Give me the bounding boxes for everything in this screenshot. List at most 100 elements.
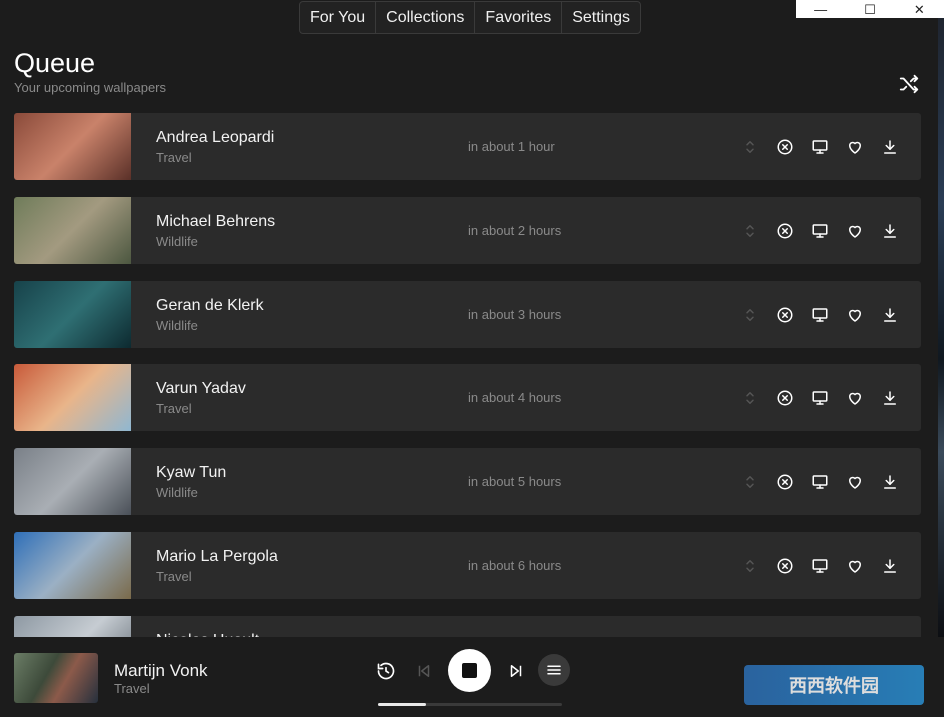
progress-bar[interactable] — [378, 703, 562, 706]
queue-item-meta: Varun Yadav Travel — [156, 380, 246, 416]
remove-icon[interactable] — [775, 221, 795, 241]
queue-item-category: Wildlife — [156, 317, 198, 333]
queue-item-eta: in about 3 hours — [468, 306, 562, 322]
queue-item-thumbnail — [14, 615, 131, 637]
reorder-icon[interactable] — [740, 388, 760, 408]
favorite-icon[interactable] — [845, 137, 865, 157]
reorder-icon[interactable] — [740, 556, 760, 576]
queue-item-actions — [740, 472, 900, 492]
queue-item-meta: Mario La Pergola Travel — [156, 548, 278, 584]
set-desktop-icon[interactable] — [810, 388, 830, 408]
reorder-icon[interactable] — [740, 221, 760, 241]
download-icon[interactable] — [880, 472, 900, 492]
download-icon[interactable] — [880, 305, 900, 325]
queue-item[interactable]: Kyaw Tun Wildlife in about 5 hours — [14, 448, 921, 516]
minimize-button[interactable]: — — [796, 0, 845, 18]
page-subtitle: Your upcoming wallpapers — [14, 80, 167, 95]
queue-item-thumbnail — [14, 196, 131, 264]
tab-collections[interactable]: Collections — [376, 2, 476, 33]
queue-item-author: Michael Behrens — [156, 212, 276, 230]
queue-item-actions — [740, 137, 900, 157]
queue-item-thumbnail — [14, 364, 131, 432]
queue-item-meta: Geran de Klerk Wildlife — [156, 297, 264, 333]
queue-item[interactable]: Varun Yadav Travel in about 4 hours — [14, 364, 921, 432]
queue-menu-button[interactable] — [538, 654, 570, 686]
reorder-icon[interactable] — [740, 472, 760, 492]
now-playing-author: Martijn Vonk — [114, 661, 208, 680]
queue-item-eta: in about 6 hours — [468, 557, 562, 573]
now-playing-category: Travel — [114, 681, 150, 696]
next-icon[interactable] — [504, 659, 528, 683]
favorite-icon[interactable] — [845, 305, 865, 325]
queue-item-eta: in about 4 hours — [468, 390, 562, 406]
favorite-icon[interactable] — [845, 388, 865, 408]
remove-icon[interactable] — [775, 472, 795, 492]
queue-item-category: Wildlife — [156, 233, 198, 249]
queue-item-actions — [740, 388, 900, 408]
favorite-icon[interactable] — [845, 472, 865, 492]
favorite-icon[interactable] — [845, 221, 865, 241]
queue-item-eta: in about 5 hours — [468, 474, 562, 490]
queue-item-thumbnail — [14, 448, 131, 516]
history-icon[interactable] — [374, 659, 398, 683]
download-icon[interactable] — [880, 137, 900, 157]
queue-item-thumbnail — [14, 280, 131, 348]
now-playing-thumbnail[interactable] — [14, 653, 98, 703]
remove-icon[interactable] — [775, 556, 795, 576]
download-icon[interactable] — [880, 221, 900, 241]
queue-item[interactable]: Andrea Leopardi Travel in about 1 hour — [14, 113, 921, 180]
queue-item-category: Travel — [156, 568, 192, 584]
queue-list: Andrea Leopardi Travel in about 1 hour Mich… — [14, 113, 921, 637]
shuffle-icon[interactable] — [898, 73, 920, 95]
close-button[interactable]: ✕ — [895, 0, 944, 18]
queue-item[interactable]: Geran de Klerk Wildlife in about 3 hours — [14, 280, 921, 348]
set-desktop-icon[interactable] — [810, 137, 830, 157]
queue-item-actions — [740, 556, 900, 576]
set-desktop-icon[interactable] — [810, 556, 830, 576]
queue-item-meta: Andrea Leopardi Travel — [156, 129, 274, 165]
desktop-edge — [938, 18, 944, 638]
progress-fill — [378, 703, 426, 706]
download-icon[interactable] — [880, 556, 900, 576]
remove-icon[interactable] — [775, 137, 795, 157]
set-desktop-icon[interactable] — [810, 305, 830, 325]
maximize-button[interactable]: ☐ — [845, 0, 894, 18]
tab-settings[interactable]: Settings — [562, 2, 640, 33]
menu-icon — [547, 665, 561, 675]
queue-item-eta: in about 2 hours — [468, 222, 562, 238]
queue-item[interactable]: Mario La Pergola Travel in about 6 hours — [14, 531, 921, 599]
tab-favorites[interactable]: Favorites — [475, 2, 563, 33]
queue-item-meta: Michael Behrens Wildlife — [156, 213, 275, 249]
queue-item-eta: in about 1 hour — [468, 139, 555, 154]
queue-item-author: Kyaw Tun — [156, 464, 227, 482]
queue-item-author: Geran de Klerk — [156, 296, 264, 314]
page-title: Queue — [14, 48, 96, 78]
queue-item[interactable]: Michael Behrens Wildlife in about 2 hours — [14, 196, 921, 264]
reorder-icon[interactable] — [740, 305, 760, 325]
stop-icon — [462, 663, 477, 678]
remove-icon[interactable] — [775, 305, 795, 325]
queue-item-category: Travel — [156, 401, 192, 417]
queue-item-thumbnail — [14, 113, 131, 180]
queue-item[interactable]: Nicolas Huault — [14, 615, 921, 637]
top-nav: For You Collections Favorites Settings — [299, 1, 642, 34]
download-icon[interactable] — [880, 388, 900, 408]
reorder-icon[interactable] — [740, 137, 760, 157]
previous-icon[interactable] — [412, 659, 436, 683]
queue-item-actions — [740, 305, 900, 325]
favorite-icon[interactable] — [845, 556, 865, 576]
queue-item-category: Travel — [156, 150, 192, 165]
queue-item-author: Andrea Leopardi — [156, 129, 275, 146]
queue-item-category: Wildlife — [156, 485, 198, 501]
player-bar: Martijn Vonk Travel 西西软件园 — [0, 637, 944, 717]
queue-item-author: Mario La Pergola — [156, 547, 278, 565]
set-desktop-icon[interactable] — [810, 472, 830, 492]
queue-item-actions — [740, 221, 900, 241]
stop-button[interactable] — [448, 649, 491, 692]
queue-item-thumbnail — [14, 531, 131, 599]
tab-for-you[interactable]: For You — [300, 2, 377, 33]
queue-item-author: Varun Yadav — [156, 380, 246, 398]
remove-icon[interactable] — [775, 388, 795, 408]
set-desktop-icon[interactable] — [810, 221, 830, 241]
queue-item-meta: Kyaw Tun Wildlife — [156, 464, 226, 500]
